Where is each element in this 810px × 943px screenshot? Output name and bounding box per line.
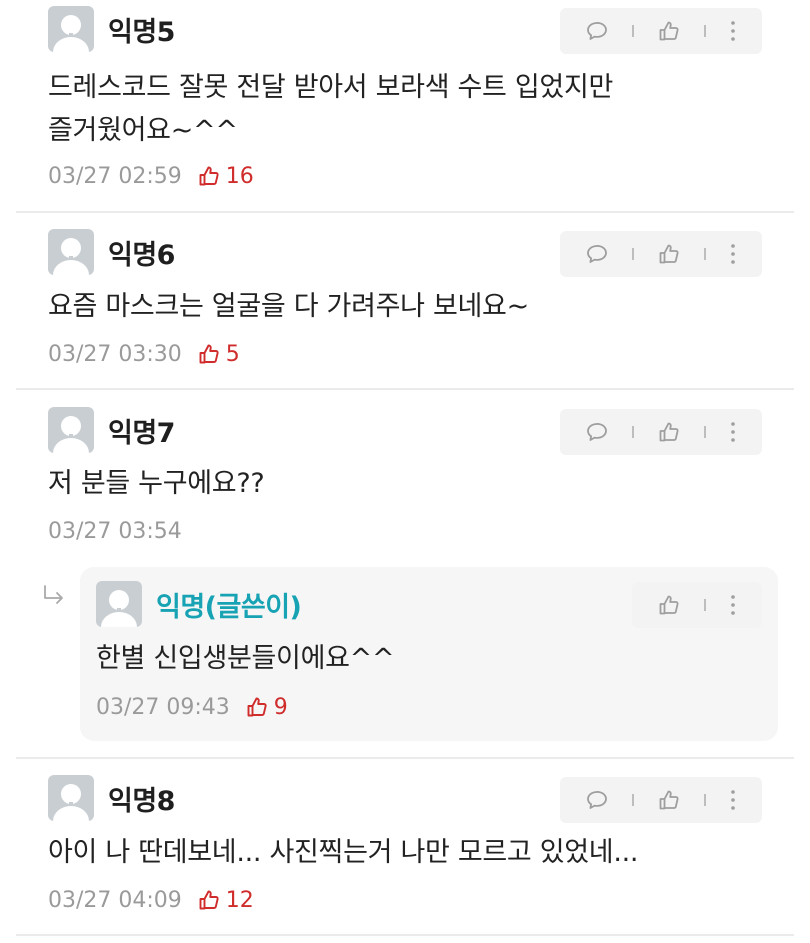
divider-bar [632,426,634,438]
avatar [48,407,94,453]
reply-actions [632,582,762,628]
divider-bar [704,599,706,611]
comment-divider [16,388,794,390]
timestamp: 03/27 03:54 [48,518,182,544]
avatar [48,6,94,52]
thumbs-up-icon [199,344,219,364]
thumbs-up-icon [199,166,219,186]
comment-actions [560,409,762,455]
thumbs-up-icon[interactable] [658,243,680,265]
avatar [48,229,94,275]
like-count[interactable]: 9 [246,695,288,720]
like-count[interactable]: 5 [198,342,240,367]
comment-divider [16,211,794,213]
comment-header: 익명5 [48,6,175,52]
timestamp: 03/27 02:59 [48,163,182,189]
vertical-dots-icon[interactable] [730,789,736,811]
author-name: 익명6 [108,239,175,271]
reply-header: 익명(글쓴이) [96,581,302,627]
author-name: 익명5 [108,16,175,48]
divider-bar [632,794,634,806]
reply-meta: 03/27 09:43 9 [96,692,288,722]
thumbs-up-icon[interactable] [658,594,680,616]
reply-text: 한별 신입생분들이에요^^ [96,643,395,674]
vertical-dots-icon[interactable] [730,594,736,616]
speech-bubble-icon[interactable] [586,244,608,264]
like-count[interactable]: 12 [198,888,254,913]
speech-bubble-icon[interactable] [586,21,608,41]
comment-text: 저 분들 누구에요?? [48,468,265,499]
divider-bar [704,25,706,37]
comment-divider [16,757,794,759]
timestamp: 03/27 03:30 [48,341,182,367]
thumbs-up-icon [199,890,219,910]
reply-arrow-icon [42,585,66,611]
timestamp: 03/27 09:43 [96,694,230,720]
comment-meta: 03/27 04:09 12 [48,885,254,915]
comment-header: 익명6 [48,229,175,275]
comment-actions [560,8,762,54]
comment-text: 아이 나 딴데보네... 사진찍는거 나만 모르고 있었네... [48,837,639,868]
thumbs-up-icon[interactable] [658,789,680,811]
speech-bubble-icon[interactable] [586,790,608,810]
vertical-dots-icon[interactable] [730,421,736,443]
comment-text: 드레스코드 잘못 전달 받아서 보라색 수트 입었지만 즐거웠어요~^^ [48,72,614,146]
reply-item: 익명(글쓴이) 한별 신입생분들이에요^^ 03/27 09:43 9 [80,567,778,741]
author-name: 익명8 [108,785,175,817]
thumbs-up-icon[interactable] [658,421,680,443]
like-count[interactable]: 16 [198,164,254,189]
author-name: 익명(글쓴이) [156,591,302,623]
author-name: 익명7 [108,417,175,449]
divider-bar [704,794,706,806]
timestamp: 03/27 04:09 [48,887,182,913]
comment-meta: 03/27 03:30 5 [48,339,240,369]
avatar [96,581,142,627]
thumbs-up-icon[interactable] [658,20,680,42]
divider-bar [632,25,634,37]
comment-header: 익명8 [48,775,175,821]
divider-bar [632,248,634,260]
comment-meta: 03/27 02:59 16 [48,161,254,191]
comment-text: 요즘 마스크는 얼굴을 다 가려주나 보네요~ [48,291,529,322]
comment-meta: 03/27 03:54 [48,516,182,546]
thumbs-up-icon [247,697,267,717]
divider-bar [704,248,706,260]
comment-header: 익명7 [48,407,175,453]
speech-bubble-icon[interactable] [586,422,608,442]
vertical-dots-icon[interactable] [730,243,736,265]
comment-divider [16,934,794,936]
avatar [48,775,94,821]
comment-actions [560,777,762,823]
divider-bar [704,426,706,438]
comment-actions [560,231,762,277]
vertical-dots-icon[interactable] [730,20,736,42]
